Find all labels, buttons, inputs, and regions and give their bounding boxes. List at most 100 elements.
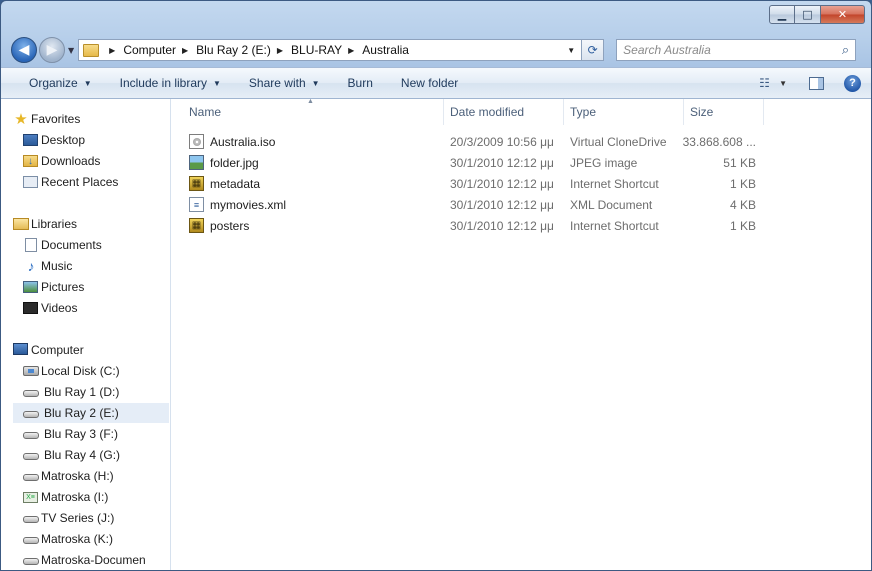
- nav-drive-e[interactable]: Blu Ray 2 (E:): [13, 403, 169, 423]
- view-options-icon[interactable]: ☷: [759, 76, 775, 90]
- nav-music[interactable]: ♪ Music: [13, 256, 169, 276]
- shortcut-icon: [189, 176, 204, 191]
- close-button[interactable]: ✕: [821, 5, 865, 24]
- file-row[interactable]: Australia.iso 20/3/2009 10:56 μμ Virtual…: [189, 131, 759, 152]
- minimize-button[interactable]: ▁: [769, 5, 795, 24]
- downloads-icon: [23, 155, 38, 167]
- nav-drive-k[interactable]: Matroska (K:): [13, 529, 169, 549]
- shortcut-icon: [189, 218, 204, 233]
- nav-drive-f[interactable]: Blu Ray 3 (F:): [13, 424, 169, 444]
- file-row[interactable]: metadata 30/1/2010 12:12 μμ Internet Sho…: [189, 173, 759, 194]
- share-with-button[interactable]: Share with ▼: [235, 68, 334, 98]
- search-input[interactable]: [623, 43, 842, 57]
- address-bar[interactable]: ▶ Computer ▶ Blu Ray 2 (E:) ▶ BLU-RAY ▶ …: [78, 39, 583, 61]
- star-icon: ★: [14, 111, 28, 128]
- file-type: JPEG image: [570, 155, 638, 170]
- file-row[interactable]: folder.jpg 30/1/2010 12:12 μμ JPEG image…: [189, 152, 759, 173]
- file-name: folder.jpg: [210, 155, 259, 170]
- nav-drive-d[interactable]: Blu Ray 1 (D:): [13, 382, 169, 402]
- view-dropdown-icon[interactable]: ▼: [779, 79, 787, 88]
- nav-drive-l[interactable]: Matroska-Documen: [13, 550, 169, 570]
- nav-libraries[interactable]: Libraries: [13, 214, 169, 234]
- nav-recent-places[interactable]: Recent Places: [13, 172, 169, 192]
- forward-button[interactable]: ▶: [39, 37, 65, 63]
- chevron-right-icon[interactable]: ▶: [109, 46, 115, 55]
- nav-label: Matroska-Documen: [41, 553, 146, 567]
- refresh-icon: ⟳: [587, 43, 598, 57]
- nav-documents[interactable]: Documents: [13, 235, 169, 255]
- chevron-right-icon[interactable]: ▶: [277, 46, 283, 55]
- column-date-modified[interactable]: Date modified: [444, 99, 564, 125]
- nav-label: Blu Ray 2 (E:): [44, 406, 119, 420]
- nav-drive-c[interactable]: Local Disk (C:): [13, 361, 169, 381]
- preview-pane-icon[interactable]: [809, 76, 824, 90]
- breadcrumb-computer[interactable]: Computer: [123, 43, 176, 57]
- nav-label: Music: [41, 259, 73, 273]
- nav-label: TV Series (J:): [41, 511, 115, 525]
- search-icon[interactable]: ⌕: [842, 42, 849, 58]
- file-list: ▲ Name Date modified Type Size Australia…: [171, 98, 871, 570]
- chevron-right-icon[interactable]: ▶: [182, 46, 188, 55]
- breadcrumb-blu-ray[interactable]: BLU-RAY: [291, 43, 342, 57]
- address-dropdown-icon[interactable]: ▼: [561, 46, 581, 55]
- nav-videos[interactable]: Videos: [13, 298, 169, 318]
- nav-drive-h[interactable]: Matroska (H:): [13, 466, 169, 486]
- nav-downloads[interactable]: Downloads: [13, 151, 169, 171]
- nav-computer[interactable]: Computer: [13, 340, 169, 360]
- breadcrumb-australia[interactable]: Australia: [362, 43, 409, 57]
- maximize-icon: □: [802, 8, 813, 21]
- nav-label: Blu Ray 1 (D:): [44, 385, 120, 399]
- column-name[interactable]: ▲ Name: [171, 98, 444, 125]
- nav-label: Desktop: [41, 133, 86, 147]
- nav-label: Downloads: [41, 154, 101, 168]
- recent-pages-dropdown[interactable]: ▼: [68, 46, 74, 55]
- nav-drive-j[interactable]: TV Series (J:): [13, 508, 169, 528]
- iso-icon: [189, 134, 204, 149]
- help-icon[interactable]: ?: [844, 74, 861, 92]
- column-label: Name: [189, 105, 222, 119]
- file-name: metadata: [210, 176, 261, 191]
- nav-label: Local Disk (C:): [41, 364, 120, 378]
- file-name: posters: [210, 218, 250, 233]
- nav-label: Matroska (K:): [41, 532, 114, 546]
- sort-ascending-icon: ▲: [307, 98, 314, 105]
- nav-desktop[interactable]: Desktop: [13, 130, 169, 150]
- column-type[interactable]: Type: [564, 99, 684, 125]
- videos-icon: [23, 302, 38, 314]
- file-size: 1 KB: [729, 218, 756, 233]
- nav-pictures[interactable]: Pictures: [13, 277, 169, 297]
- nav-drive-i[interactable]: X≡ Matroska (I:): [13, 487, 169, 507]
- optical-drive-icon: [23, 390, 39, 397]
- include-in-library-button[interactable]: Include in library ▼: [106, 68, 235, 98]
- refresh-button[interactable]: ⟳: [582, 39, 605, 61]
- maximize-button[interactable]: □: [795, 5, 821, 24]
- hard-drive-icon: [23, 474, 39, 481]
- file-type: XML Document: [570, 197, 653, 212]
- recent-places-icon: [23, 176, 38, 188]
- column-size[interactable]: Size: [684, 99, 764, 125]
- address-row: ◀ ▶ ▼ ▶ Computer ▶ Blu Ray 2 (E:) ▶ BLU-…: [11, 35, 865, 65]
- burn-button[interactable]: Burn: [334, 68, 387, 98]
- minimize-icon: ▁: [777, 8, 787, 21]
- file-date: 30/1/2010 12:12 μμ: [450, 197, 554, 212]
- burn-label: Burn: [347, 76, 373, 90]
- search-box[interactable]: ⌕: [616, 39, 857, 61]
- organize-button[interactable]: Organize ▼: [1, 68, 106, 98]
- file-date: 30/1/2010 12:12 μμ: [450, 155, 554, 170]
- nav-label: Pictures: [41, 280, 85, 294]
- file-row[interactable]: mymovies.xml 30/1/2010 12:12 μμ XML Docu…: [189, 194, 759, 215]
- new-folder-button[interactable]: New folder: [387, 68, 472, 98]
- column-label: Size: [690, 105, 714, 119]
- back-button[interactable]: ◀: [11, 37, 37, 63]
- command-bar: Organize ▼ Include in library ▼ Share with…: [1, 67, 871, 99]
- file-row[interactable]: posters 30/1/2010 12:12 μμ Internet Shor…: [189, 215, 759, 236]
- file-name: Australia.iso: [210, 134, 276, 149]
- nav-label: Computer: [31, 343, 84, 357]
- chevron-right-icon[interactable]: ▶: [348, 46, 354, 55]
- column-label: Date modified: [450, 105, 525, 119]
- documents-icon: [25, 238, 37, 252]
- nav-drive-g[interactable]: Blu Ray 4 (G:): [13, 445, 169, 465]
- breadcrumb-drive[interactable]: Blu Ray 2 (E:): [196, 43, 271, 57]
- computer-icon: [13, 343, 28, 355]
- nav-favorites[interactable]: ★ Favorites: [13, 109, 169, 129]
